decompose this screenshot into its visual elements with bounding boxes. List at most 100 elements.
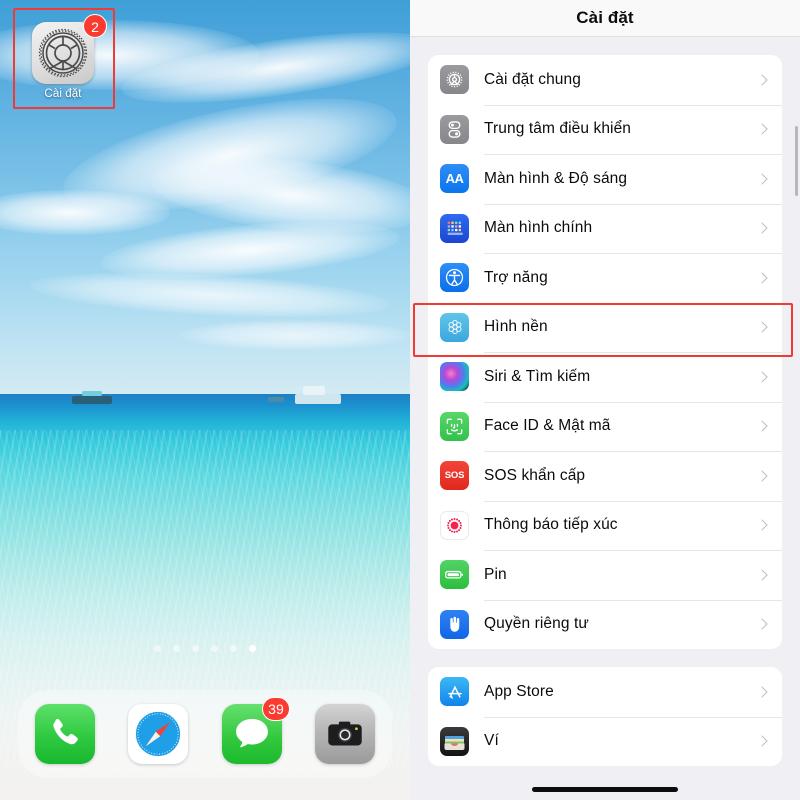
settings-row-exposure-notifications[interactable]: Thông báo tiếp xúc bbox=[428, 500, 782, 550]
navigation-bar: Cài đặt bbox=[410, 0, 800, 37]
page-dot bbox=[192, 645, 199, 652]
settings-row-label: Pin bbox=[484, 565, 507, 583]
settings-row-app-store[interactable]: App Store bbox=[428, 667, 782, 717]
settings-row-general[interactable]: Cài đặt chung bbox=[428, 55, 782, 105]
home-screen-icon bbox=[440, 213, 469, 243]
settings-row-label: Màn hình & Độ sáng bbox=[484, 169, 628, 187]
phone-app-icon[interactable] bbox=[34, 704, 95, 764]
settings-app-icon[interactable]: Cài đặt 2 bbox=[28, 14, 107, 100]
boat bbox=[295, 394, 341, 404]
chevron-right-icon bbox=[756, 222, 768, 234]
page-dot bbox=[211, 645, 218, 652]
phone-handset-icon bbox=[53, 718, 78, 745]
chevron-right-icon bbox=[756, 519, 768, 531]
privacy-hand-icon bbox=[440, 609, 469, 639]
settings-row-label: Ví bbox=[484, 732, 499, 750]
exposure-dots-glyph bbox=[447, 517, 462, 533]
settings-app-badge: 2 bbox=[83, 14, 107, 38]
camera-app-icon[interactable] bbox=[315, 704, 376, 764]
accessibility-icon bbox=[440, 263, 469, 293]
chevron-right-icon bbox=[756, 123, 768, 135]
settings-row-label: Thông báo tiếp xúc bbox=[484, 516, 618, 534]
settings-app-label: Cài đặt bbox=[44, 88, 82, 100]
page-dot bbox=[154, 645, 161, 652]
settings-row-label: Màn hình chính bbox=[484, 219, 593, 237]
settings-row-home-screen[interactable]: Màn hình chính bbox=[428, 203, 782, 253]
hand-glyph bbox=[450, 616, 460, 632]
boat-cabin bbox=[303, 386, 325, 395]
home-screen-panel: Cài đặt 2 39 bbox=[0, 0, 410, 800]
app-store-glyph bbox=[447, 685, 462, 699]
settings-row-emergency-sos[interactable]: SOS SOS khẩn cấp bbox=[428, 451, 782, 501]
settings-panel: Cài đặt Cài đặt chung Trung tâm điều khi… bbox=[410, 0, 800, 800]
chevron-right-icon bbox=[756, 569, 768, 581]
page-indicator-dots[interactable] bbox=[0, 645, 410, 652]
settings-row-face-id-passcode[interactable]: Face ID & Mật mã bbox=[428, 401, 782, 451]
settings-group-system: Cài đặt chung Trung tâm điều khiển AA Mà… bbox=[428, 55, 782, 649]
settings-row-label: Cài đặt chung bbox=[484, 70, 581, 88]
gear-icon bbox=[440, 65, 469, 95]
siri-icon bbox=[440, 362, 469, 392]
settings-row-battery[interactable]: Pin bbox=[428, 550, 782, 600]
chevron-right-icon bbox=[756, 420, 768, 432]
exposure-notification-icon bbox=[440, 510, 469, 540]
boat-cabin bbox=[82, 391, 102, 396]
wallet-glyph bbox=[444, 735, 465, 750]
wallet-icon bbox=[440, 726, 469, 756]
chevron-right-icon bbox=[756, 321, 768, 333]
home-indicator-bar bbox=[532, 787, 678, 792]
chevron-right-icon bbox=[756, 470, 768, 482]
dock: 39 bbox=[18, 690, 392, 778]
accessibility-glyph bbox=[445, 269, 464, 287]
chevron-right-icon bbox=[756, 618, 768, 630]
page-dot bbox=[173, 645, 180, 652]
settings-row-label: SOS khẩn cấp bbox=[484, 466, 586, 484]
messages-app-icon[interactable]: 39 bbox=[221, 697, 290, 764]
settings-row-label: Face ID & Mật mã bbox=[484, 417, 611, 435]
settings-row-control-center[interactable]: Trung tâm điều khiển bbox=[428, 104, 782, 154]
settings-group-services: App Store Ví bbox=[428, 667, 782, 766]
app-store-icon bbox=[440, 677, 469, 707]
settings-row-display-brightness[interactable]: AA Màn hình & Độ sáng bbox=[428, 154, 782, 204]
settings-row-label: Trợ năng bbox=[484, 268, 548, 286]
settings-row-wallet[interactable]: Ví bbox=[428, 716, 782, 766]
chevron-right-icon bbox=[756, 735, 768, 747]
control-center-icon bbox=[440, 114, 469, 144]
page-dot bbox=[230, 645, 237, 652]
settings-row-label: Quyền riêng tư bbox=[484, 615, 589, 633]
flower-glyph bbox=[448, 320, 461, 335]
settings-row-wallpaper[interactable]: Hình nền bbox=[428, 302, 782, 352]
boat-small bbox=[268, 397, 284, 402]
settings-row-siri-search[interactable]: Siri & Tìm kiếm bbox=[428, 352, 782, 402]
sos-icon: SOS bbox=[440, 461, 469, 491]
gear-glyph bbox=[446, 71, 463, 88]
toggles-glyph bbox=[448, 120, 461, 138]
chevron-right-icon bbox=[756, 74, 768, 86]
messages-app-badge: 39 bbox=[262, 697, 290, 721]
vertical-scrollbar[interactable] bbox=[794, 126, 798, 196]
chevron-right-icon bbox=[756, 686, 768, 698]
chevron-right-icon bbox=[756, 272, 768, 284]
settings-row-label: Siri & Tìm kiếm bbox=[484, 367, 591, 385]
safari-app-icon[interactable] bbox=[128, 704, 189, 764]
settings-row-label: Hình nền bbox=[484, 318, 548, 336]
wallpaper-icon bbox=[440, 312, 469, 342]
display-brightness-icon: AA bbox=[440, 164, 469, 194]
boat bbox=[72, 396, 112, 404]
battery-glyph bbox=[445, 571, 463, 579]
screenshot-root: Cài đặt 2 39 Cài đặt Cài đặt chung Trung… bbox=[0, 0, 800, 800]
chevron-right-icon bbox=[756, 173, 768, 185]
settings-row-accessibility[interactable]: Trợ năng bbox=[428, 253, 782, 303]
app-grid-glyph bbox=[447, 221, 463, 236]
face-id-glyph bbox=[446, 418, 463, 435]
gear-icon bbox=[38, 28, 88, 78]
settings-row-privacy[interactable]: Quyền riêng tư bbox=[428, 599, 782, 649]
camera-icon bbox=[328, 721, 362, 746]
safari-compass-icon bbox=[133, 709, 184, 759]
chevron-right-icon bbox=[756, 371, 768, 383]
page-dot-active bbox=[249, 645, 256, 652]
settings-row-label: Trung tâm điều khiển bbox=[484, 120, 632, 138]
speech-bubble-icon bbox=[235, 718, 268, 748]
face-id-icon bbox=[440, 411, 469, 441]
page-title: Cài đặt bbox=[576, 8, 634, 27]
